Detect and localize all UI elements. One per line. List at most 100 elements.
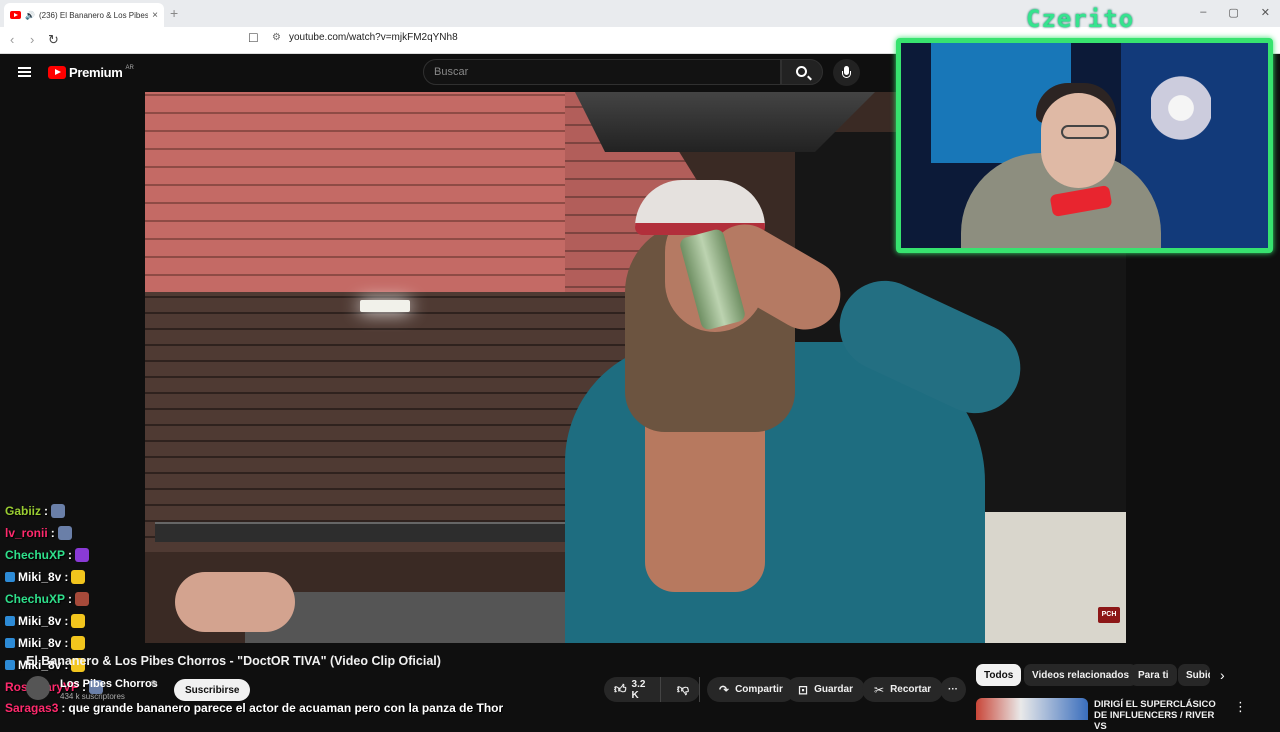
chip-all[interactable]: Todos <box>976 664 1022 686</box>
video-frame-hand <box>175 572 295 632</box>
prime-badge-icon <box>5 660 15 670</box>
emote-icon <box>71 636 86 650</box>
chat-message: Miki_8v : <box>5 570 86 584</box>
thumbs-down-icon: 👎︎ <box>676 682 689 696</box>
back-icon[interactable]: ‹ <box>10 32 14 47</box>
share-label: Compartir <box>735 684 783 695</box>
share-button[interactable]: ↷ Compartir <box>707 677 795 702</box>
emote-icon <box>57 526 72 540</box>
webcam-streamer-face <box>1041 93 1116 188</box>
chat-message: Gabiiz : <box>5 504 66 518</box>
dislike-button[interactable]: 👎︎ <box>667 677 700 702</box>
chat-separator: : <box>61 701 66 715</box>
prime-badge-icon <box>5 572 15 582</box>
channel-name[interactable]: Los Pibes Chorros <box>60 678 158 690</box>
chat-message: Miki_8v : <box>5 636 86 650</box>
close-tab-icon[interactable]: × <box>152 10 158 21</box>
microphone-stand <box>842 71 851 78</box>
share-icon: ↷ <box>719 682 730 697</box>
chat-separator: : <box>64 614 69 628</box>
youtube-favicon-icon <box>10 11 21 19</box>
related-video-thumbnail[interactable] <box>976 698 1088 720</box>
webcam-streamer-glasses <box>1061 125 1109 139</box>
audio-playing-icon[interactable]: 🔊 <box>25 11 35 20</box>
search-input[interactable]: Buscar <box>423 59 781 85</box>
emote-icon <box>71 614 86 628</box>
reload-icon[interactable]: ↻ <box>48 32 59 48</box>
emote-icon <box>75 548 90 562</box>
maximize-button[interactable]: ▢ <box>1228 6 1238 19</box>
save-button[interactable]: ⊡ Guardar <box>786 677 865 702</box>
chat-text: que grande bananero parece el actor de a… <box>68 701 504 715</box>
chat-separator: : <box>64 636 69 650</box>
minimize-button[interactable]: – <box>1200 6 1206 19</box>
chat-user: Saragas3 <box>5 701 59 715</box>
bookmark-save-icon: ⊡ <box>798 682 809 697</box>
chat-separator: : <box>44 504 49 518</box>
site-info-icon[interactable]: ⚙ <box>272 32 281 43</box>
emote-icon <box>71 570 86 584</box>
chat-user: Gabiiz <box>5 504 42 518</box>
chat-separator: : <box>68 592 73 606</box>
channel-avatar[interactable] <box>26 676 50 700</box>
chat-user: ChechuXP <box>5 592 66 606</box>
search-button[interactable] <box>781 59 823 85</box>
chat-user: Miki_8v <box>18 636 62 650</box>
emote-icon <box>75 592 90 606</box>
menu-icon[interactable] <box>18 67 31 77</box>
chip-for-you[interactable]: Para ti <box>1130 664 1177 686</box>
chat-message: Miki_8v : <box>5 614 86 628</box>
subscribe-button[interactable]: Suscribirse <box>174 679 251 701</box>
scissors-icon: ✂ <box>874 682 885 697</box>
save-label: Guardar <box>814 684 853 695</box>
webcam-background-tree <box>1151 53 1211 163</box>
emote-icon <box>51 504 66 518</box>
chip-uploaded[interactable]: Subidos <box>1178 664 1210 686</box>
youtube-play-icon <box>48 66 66 79</box>
like-count: 3.2 K <box>631 678 646 701</box>
tab-title: (236) El Bananero & Los Pibes <box>38 10 149 20</box>
browser-tab[interactable]: 🔊 (236) El Bananero & Los Pibes × <box>4 3 164 27</box>
chat-separator: : <box>64 570 69 584</box>
chat-message: ChechuXP : <box>5 592 90 606</box>
search-icon <box>796 66 807 77</box>
country-code: AR <box>125 64 134 71</box>
prime-badge-icon <box>5 638 15 648</box>
youtube-premium-logo[interactable]: Premium AR <box>48 65 134 80</box>
like-dislike-group: 👍︎ 3.2 K 👎︎ <box>604 677 700 702</box>
webcam-overlay <box>896 38 1273 253</box>
window-controls: – ▢ ✕ <box>1200 6 1270 19</box>
more-actions-button[interactable]: ··· <box>940 677 966 702</box>
chat-user: ChechuXP <box>5 548 66 562</box>
forward-icon[interactable]: › <box>30 32 34 47</box>
chat-user: Miki_8v <box>18 614 62 628</box>
chevron-right-icon[interactable]: › <box>1220 667 1225 683</box>
chat-separator: : <box>50 526 55 540</box>
streamer-name: Czerito <box>1026 5 1135 33</box>
chat-separator: : <box>68 548 73 562</box>
clip-label: Recortar <box>890 684 932 695</box>
video-watermark: PCH <box>1098 607 1120 623</box>
chat-message: Saragas3 : que grande bananero parece el… <box>5 701 503 715</box>
video-title: El Bananero & Los Pibes Chorros - "DoctO… <box>26 654 441 668</box>
subscriber-count: 434 k suscriptores <box>60 692 125 701</box>
chip-related[interactable]: Videos relacionados <box>1024 664 1138 686</box>
logo-text: Premium <box>69 65 123 80</box>
video-frame-lamp <box>360 300 410 312</box>
url-field[interactable]: ⚙ youtube.com/watch?v=mjkFM2qYNh8 <box>272 32 458 43</box>
like-button[interactable]: 👍︎ 3.2 K <box>604 677 661 702</box>
close-window-button[interactable]: ✕ <box>1261 6 1270 19</box>
chat-user: Miki_8v <box>18 570 62 584</box>
bookmark-icon[interactable]: ☐ <box>248 31 259 45</box>
new-tab-button[interactable]: + <box>170 5 178 21</box>
related-more-icon[interactable]: ⋮ <box>1234 699 1247 715</box>
chat-message: lv_ronii : <box>5 526 72 540</box>
clip-button[interactable]: ✂ Recortar <box>862 677 944 702</box>
prime-badge-icon <box>5 616 15 626</box>
url-text: youtube.com/watch?v=mjkFM2qYNh8 <box>288 32 458 43</box>
related-video-title[interactable]: DIRIGÍ EL SUPERCLÁSICO DE INFLUENCERS / … <box>1094 699 1224 732</box>
chat-message: ChechuXP : <box>5 548 90 562</box>
chat-user: lv_ronii <box>5 526 48 540</box>
video-frame-grill <box>155 522 615 542</box>
voice-search-button[interactable] <box>833 59 860 86</box>
